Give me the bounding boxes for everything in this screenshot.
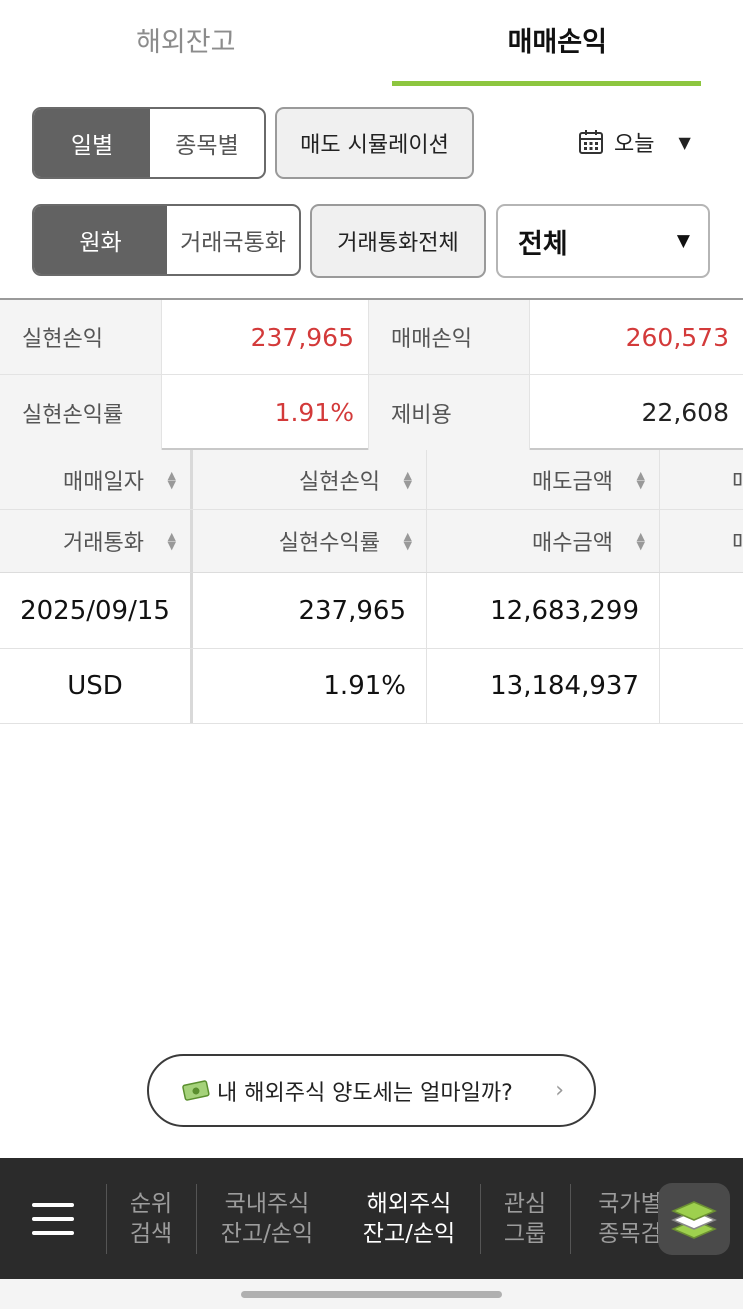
hamburger-icon (32, 1203, 74, 1207)
chevron-right-icon: › (555, 1078, 564, 1103)
hamburger-icon (32, 1231, 74, 1235)
cell-currency: USD (0, 649, 193, 723)
realized-pl-value: 237,965 (162, 300, 369, 374)
money-icon (182, 1079, 210, 1101)
dropdown-value: 전체 (518, 228, 568, 260)
col-header-buy-amount[interactable]: 매수금액 ▲ ▼ (427, 510, 660, 572)
cell-realized-rate: 1.91% (193, 649, 427, 723)
tab-trade-pl[interactable]: 매매손익 (372, 0, 743, 88)
realized-rate-label: 실현손익률 (0, 375, 162, 450)
table-header-row: 매매일자 ▲ ▼ 실현손익 ▲ ▼ 매도금액 ▲ ▼ 매 (0, 450, 743, 510)
col-header-currency[interactable]: 거래통화 ▲ ▼ (0, 510, 193, 572)
trade-pl-label: 매매손익 (369, 300, 530, 374)
nav-item-watch-group[interactable]: 관심 그룹 (480, 1158, 570, 1279)
period-segment: 일별 종목별 (32, 107, 266, 179)
period-by-stock-option[interactable]: 종목별 (150, 109, 264, 177)
currency-krw-option[interactable]: 원화 (34, 206, 167, 274)
cell-buy-amount: 13,184,937 (427, 649, 660, 723)
bottom-nav: 순위 검색 국내주식 잔고/손익 해외주식 잔고/손익 관심 그룹 국가별 종목검 (0, 1158, 743, 1279)
currency-local-option[interactable]: 거래국통화 (167, 206, 299, 274)
sort-icon: ▲ ▼ (167, 530, 176, 552)
table-row[interactable]: USD 1.91% 13,184,937 (0, 649, 743, 724)
tab-overseas-balance[interactable]: 해외잔고 (0, 0, 372, 88)
layers-button[interactable] (658, 1183, 730, 1255)
sort-icon: ▲ ▼ (167, 468, 176, 491)
tax-promo-button[interactable]: 내 해외주식 양도세는 얼마일까? › (147, 1054, 596, 1127)
cell-realized-pl: 237,965 (193, 573, 427, 648)
trade-pl-value: 260,573 (625, 322, 729, 352)
trade-table[interactable]: 매매일자 ▲ ▼ 실현손익 ▲ ▼ 매도금액 ▲ ▼ 매 거래통화 ▲ ▼ 실현수익률 ▲ ▼ 매수… (0, 450, 743, 725)
col-header-trade-date[interactable]: 매매일자 ▲ ▼ (0, 450, 193, 509)
currency-segment: 원화 거래국통화 (32, 204, 301, 276)
realized-pl-label: 실현손익 (0, 300, 162, 374)
cell-clipped (660, 649, 743, 723)
sell-simulation-button[interactable]: 매도 시뮬레이션 (275, 107, 474, 179)
fees-value: 22,608 (641, 398, 729, 427)
summary-row: 실현손익 237,965 매매손익 260,573 (0, 300, 743, 375)
all-currency-button[interactable]: 거래통화전체 (310, 204, 486, 278)
sort-icon: ▲ ▼ (403, 530, 412, 552)
caret-down-icon: ▼ (676, 231, 690, 251)
table-header-row: 거래통화 ▲ ▼ 실현수익률 ▲ ▼ 매수금액 ▲ ▼ 매 (0, 510, 743, 573)
nav-item-overseas-balance[interactable]: 해외주식 잔고/손익 (338, 1158, 480, 1279)
cell-sell-amount: 12,683,299 (427, 573, 660, 648)
promo-text: 내 해외주식 양도세는 얼마일까? (217, 1080, 513, 1106)
col-header-realized-pl[interactable]: 실현손익 ▲ ▼ (193, 450, 427, 509)
col-header-realized-rate[interactable]: 실현수익률 ▲ ▼ (193, 510, 427, 572)
nav-item-domestic-balance[interactable]: 국내주식 잔고/손익 (196, 1158, 338, 1279)
top-tab-bar: 해외잔고 매매손익 (0, 0, 743, 88)
col-header-clipped[interactable]: 매 (660, 450, 743, 509)
hamburger-icon (32, 1217, 74, 1221)
col-header-clipped[interactable]: 매 (660, 510, 743, 572)
sort-icon: ▲ ▼ (636, 530, 645, 552)
realized-rate-value: 1.91% (162, 375, 369, 450)
date-label: 오늘 (614, 132, 655, 157)
table-row[interactable]: 2025/09/15 237,965 12,683,299 (0, 573, 743, 649)
filter-dropdown[interactable]: 전체 ▼ (496, 204, 710, 278)
sort-icon: ▲ ▼ (636, 468, 645, 491)
hamburger-menu-button[interactable] (0, 1158, 106, 1279)
summary-grid: 실현손익 237,965 매매손익 260,573 실현손익률 1.91% 제비… (0, 298, 743, 450)
sort-icon: ▲ ▼ (403, 468, 412, 491)
caret-down-icon: ▼ (678, 132, 691, 152)
calendar-icon (579, 130, 603, 154)
fees-label: 제비용 (369, 375, 530, 450)
period-daily-option[interactable]: 일별 (34, 109, 150, 177)
col-header-sell-amount[interactable]: 매도금액 ▲ ▼ (427, 450, 660, 509)
home-indicator[interactable] (241, 1291, 502, 1298)
cell-trade-date: 2025/09/15 (0, 573, 193, 648)
summary-row: 실현손익률 1.91% 제비용 22,608 (0, 375, 743, 450)
date-selector[interactable]: 오늘 ▼ (578, 122, 691, 162)
layers-icon (671, 1201, 717, 1239)
cell-clipped (660, 573, 743, 648)
nav-item-rank-search[interactable]: 순위 검색 (106, 1158, 196, 1279)
